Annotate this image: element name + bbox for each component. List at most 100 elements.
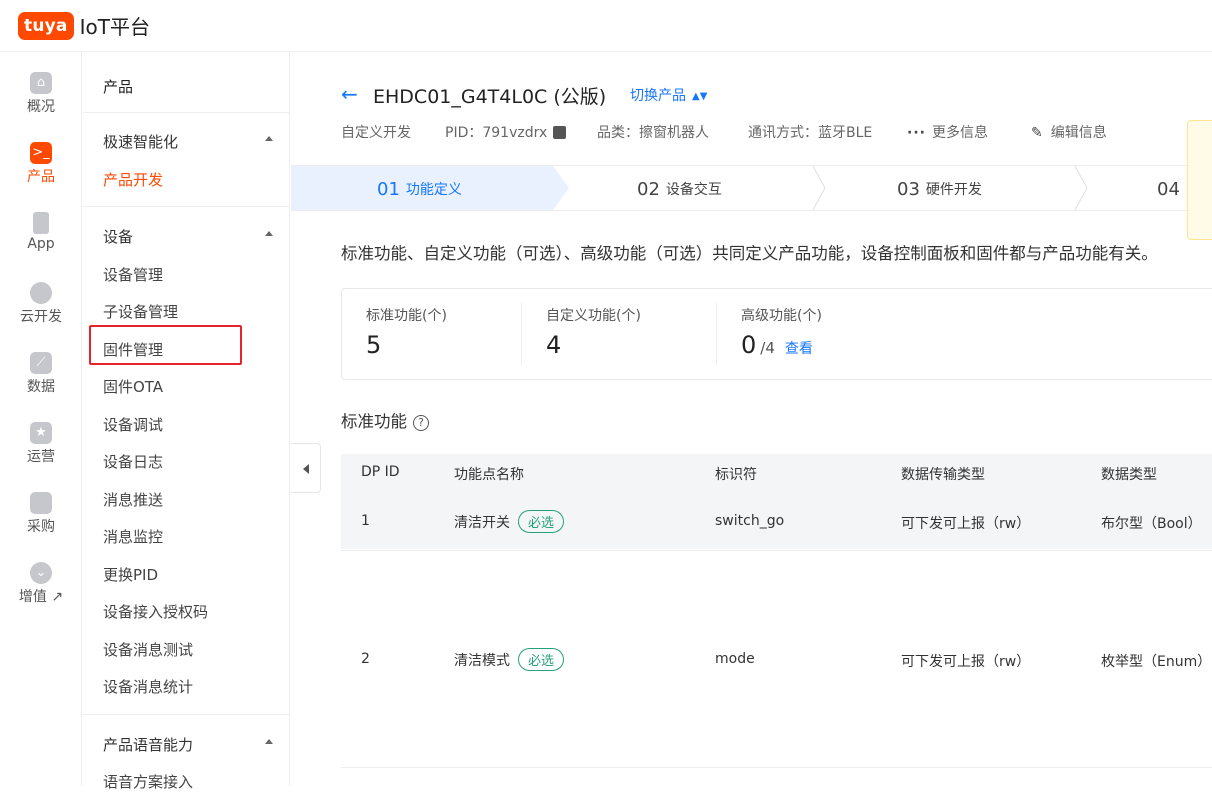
menu-change-pid[interactable]: 更换PID xyxy=(103,564,158,585)
nav-purchase[interactable]: 采购 xyxy=(0,492,82,536)
stats-panel: 标准功能(个) 5 自定义功能(个) 4 高级功能(个) 0/4 查看 xyxy=(341,288,1212,380)
menu-device-manage[interactable]: 设备管理 xyxy=(103,264,163,285)
protocol: 通讯方式：蓝牙BLE xyxy=(748,125,873,141)
group-device[interactable]: 设备 xyxy=(103,226,273,247)
step-label: 功能定义 xyxy=(405,182,462,198)
back-arrow-icon[interactable]: ← xyxy=(341,82,358,106)
col-header-type: 数据类型 xyxy=(1101,467,1157,483)
col-header-code: 标识符 xyxy=(715,467,757,483)
row2-type: 枚举型（Enum） xyxy=(1101,654,1212,670)
stat-value-group: 0/4 查看 xyxy=(741,331,813,359)
primary-nav: ⌂ 概况 >_ 产品 App 云开发 ⟋ 数据 ★ 运营 采购 ⌄ 增值 ↗ xyxy=(0,52,82,786)
chevron-up-icon xyxy=(265,136,273,141)
switch-product-button[interactable]: 切换产品 ▲▼ xyxy=(630,85,707,105)
menu-device-debug[interactable]: 设备调试 xyxy=(103,414,163,435)
star-bookmark-icon: ★ xyxy=(30,422,52,444)
step-divider-icon xyxy=(1074,166,1088,210)
phone-icon xyxy=(33,212,49,234)
home-icon: ⌂ xyxy=(30,72,52,94)
nav-cloud[interactable]: 云开发 xyxy=(0,282,82,326)
row2-id: 2 xyxy=(361,651,370,667)
diamond-icon: ⌄ xyxy=(30,562,52,584)
step-num: 04 xyxy=(1157,178,1180,200)
tuya-logo[interactable]: tuya xyxy=(18,11,74,40)
nav-operation[interactable]: ★ 运营 xyxy=(0,422,82,466)
stat-label: 高级功能(个) xyxy=(741,308,822,324)
step-3[interactable]: 03 硬件开发 xyxy=(897,166,982,212)
nav-product[interactable]: >_ 产品 xyxy=(0,142,82,186)
divider xyxy=(83,112,290,113)
edit-label: 编辑信息 xyxy=(1050,125,1107,141)
menu-device-log[interactable]: 设备日志 xyxy=(103,451,163,472)
row1-type: 布尔型（Bool） xyxy=(1101,516,1202,532)
col-header-name: 功能点名称 xyxy=(454,467,524,483)
row1-name: 清洁开关 必选 xyxy=(454,510,565,533)
divider xyxy=(521,303,522,365)
step-4[interactable]: 04 xyxy=(1157,166,1186,212)
chevron-up-icon xyxy=(265,739,273,744)
step-1[interactable]: 01 功能定义 xyxy=(377,166,462,212)
group-label: 产品语音能力 xyxy=(103,736,194,754)
edit-info-button[interactable]: ✎ 编辑信息 xyxy=(1031,122,1107,142)
menu-auth-code[interactable]: 设备接入授权码 xyxy=(103,601,208,622)
row1-id: 1 xyxy=(361,513,370,529)
step-num: 01 xyxy=(377,178,400,200)
nav-label: 概况 xyxy=(27,99,55,115)
step-num: 02 xyxy=(637,178,660,200)
row2-transfer: 可下发可上报（rw） xyxy=(901,654,1031,670)
collapse-sidebar-button[interactable] xyxy=(291,443,321,493)
menu-message-test[interactable]: 设备消息测试 xyxy=(103,639,193,660)
sort-updown-icon: ▲▼ xyxy=(692,91,708,102)
col-header-transfer: 数据传输类型 xyxy=(901,467,985,483)
nav-overview[interactable]: ⌂ 概况 xyxy=(0,72,82,116)
menu-voice-access[interactable]: 语音方案接入 xyxy=(103,771,193,792)
view-link[interactable]: 查看 xyxy=(785,341,813,357)
dp-name: 清洁模式 xyxy=(454,653,510,669)
help-question-icon[interactable]: ? xyxy=(413,415,429,431)
app-title: IoT平台 xyxy=(79,15,150,39)
nav-app[interactable]: App xyxy=(0,212,82,252)
menu-message-push[interactable]: 消息推送 xyxy=(103,489,163,510)
menu-message-monitor[interactable]: 消息监控 xyxy=(103,526,163,547)
copy-icon[interactable] xyxy=(553,126,567,139)
top-bar: tuya IoT平台 xyxy=(0,0,1212,52)
menu-message-stats[interactable]: 设备消息统计 xyxy=(103,676,193,697)
pid-field: PID：791vzdrx xyxy=(445,122,567,142)
nav-label: 产品 xyxy=(27,169,55,185)
nav-label: 云开发 xyxy=(20,309,62,325)
divider xyxy=(83,206,290,207)
step-2[interactable]: 02 设备交互 xyxy=(637,166,722,212)
stat-value: 5 xyxy=(366,331,382,359)
step-divider-icon xyxy=(812,166,826,210)
more-info-button[interactable]: ··· 更多信息 xyxy=(907,122,988,142)
edit-pen-icon: ✎ xyxy=(1031,125,1043,141)
step-tabs: 01 功能定义 02 设备交互 03 硬件开发 04 xyxy=(291,165,1212,211)
terminal-icon: >_ xyxy=(30,142,52,164)
logo-text: tuya xyxy=(24,15,68,36)
menu-subdevice-manage[interactable]: 子设备管理 xyxy=(103,301,178,322)
stat-value: 0 xyxy=(741,331,757,359)
stat-total: /4 xyxy=(760,339,775,357)
section-title-text: 标准功能 xyxy=(341,412,407,431)
dev-type: 自定义开发 xyxy=(341,125,411,141)
dp-name: 清洁开关 xyxy=(454,515,510,531)
group-label: 设备 xyxy=(103,228,134,246)
row1-transfer: 可下发可上报（rw） xyxy=(901,516,1031,532)
menu-product-dev[interactable]: 产品开发 xyxy=(103,169,163,190)
nav-value-added[interactable]: ⌄ 增值 ↗ xyxy=(0,562,82,606)
more-label: 更多信息 xyxy=(931,125,988,141)
divider xyxy=(83,714,290,715)
chevron-up-icon xyxy=(265,231,273,236)
stat-value: 4 xyxy=(546,331,562,359)
group-fast-smart[interactable]: 极速智能化 xyxy=(103,131,273,152)
more-dots-icon: ··· xyxy=(907,125,926,141)
menu-firmware-ota[interactable]: 固件OTA xyxy=(103,376,163,397)
group-voice[interactable]: 产品语音能力 xyxy=(103,734,273,755)
stat-label: 自定义功能(个) xyxy=(546,308,641,324)
main-content: ← EHDC01_G4T4L0C (公版) 切换产品 ▲▼ 自定义开发 PID：7… xyxy=(291,52,1212,786)
row2-code: mode xyxy=(715,651,755,667)
product-title: EHDC01_G4T4L0C (公版) xyxy=(373,86,607,108)
nav-data[interactable]: ⟋ 数据 xyxy=(0,352,82,396)
step-label: 设备交互 xyxy=(665,182,722,198)
divider xyxy=(716,303,717,365)
